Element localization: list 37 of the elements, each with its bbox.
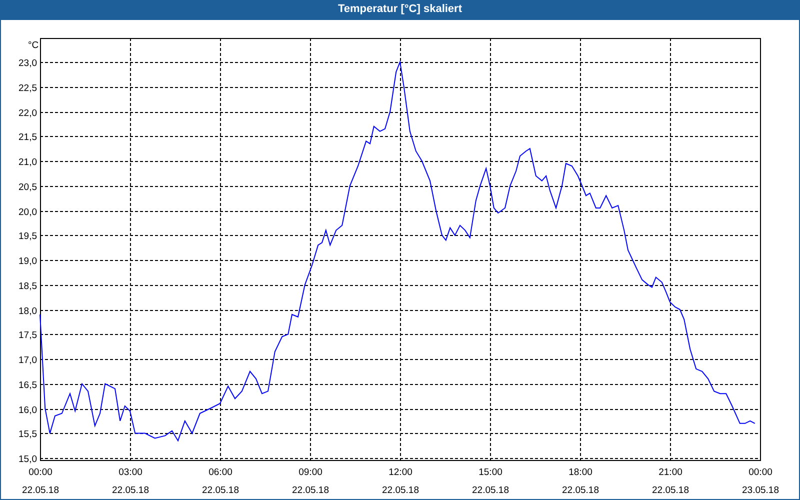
axis-label: 18,5 [18, 281, 37, 292]
axis-label: 17,0 [18, 355, 37, 366]
axis-label: 19,5 [18, 231, 37, 242]
axis-label: 16,0 [18, 405, 37, 416]
date-label: 22.05.18 [562, 485, 599, 496]
axis-label: 15,0 [18, 454, 37, 465]
window-title: Temperatur [°C] skaliert [1, 0, 799, 20]
axis-label: 23,0 [18, 58, 37, 69]
date-label: 22.05.18 [202, 485, 239, 496]
axis-label: 03:00 [118, 467, 142, 478]
axis-label: 00:00 [28, 467, 52, 478]
axis-label: 22,5 [18, 83, 37, 94]
axis-label: 00:00 [748, 467, 772, 478]
axis-label: 06:00 [208, 467, 232, 478]
date-label: 22.05.18 [472, 485, 509, 496]
date-label: 22.05.18 [382, 485, 419, 496]
axis-label: 15,5 [18, 429, 37, 440]
axis-label: 12:00 [388, 467, 412, 478]
date-label: 23.05.18 [742, 485, 779, 496]
date-label: 22.05.18 [22, 485, 59, 496]
unit-label: °C [28, 40, 39, 51]
axis-label: 21:00 [658, 467, 682, 478]
axis-label: 21,0 [18, 157, 37, 168]
axis-label: 09:00 [298, 467, 322, 478]
axis-label: 21,5 [18, 132, 37, 143]
axis-label: 15:00 [478, 467, 502, 478]
date-label: 22.05.18 [652, 485, 689, 496]
axis-label: 20,5 [18, 182, 37, 193]
axis-label: 18,0 [18, 306, 37, 317]
axis-label: 22,0 [18, 108, 37, 119]
axis-label: 19,0 [18, 256, 37, 267]
axis-label: 17,5 [18, 330, 37, 341]
axis-label: 18:00 [568, 467, 592, 478]
axis-label: 16,5 [18, 380, 37, 391]
date-label: 22.05.18 [112, 485, 149, 496]
axis-label: 20,0 [18, 207, 37, 218]
date-label: 22.05.18 [292, 485, 329, 496]
